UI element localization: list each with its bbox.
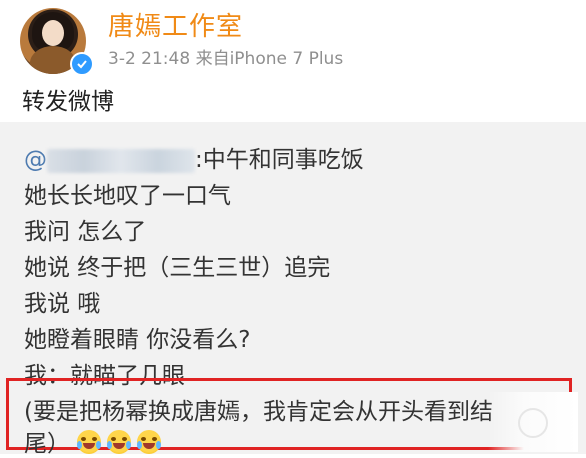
post-meta: 3-2 21:48 来自iPhone 7 Plus <box>108 44 343 69</box>
laugh-cry-emoji-icon <box>77 430 102 454</box>
username[interactable]: 唐嫣工作室 <box>108 6 243 43</box>
verified-badge-icon <box>70 52 94 76</box>
avatar-body <box>30 46 76 74</box>
laugh-cry-emoji-icon <box>107 430 132 454</box>
first-line-text: :中午和同事吃饭 <box>195 147 364 173</box>
post-date: 3-2 21:48 <box>108 49 191 69</box>
repost-text: 转发微博 <box>22 89 114 115</box>
post-source[interactable]: 来自iPhone 7 Plus <box>196 49 344 69</box>
mention-at[interactable]: @ <box>24 147 47 173</box>
scroll-indicator[interactable] <box>488 392 578 452</box>
quote-line: 她长长地叹了一口气 <box>24 183 231 209</box>
quote-line: 我说 哦 <box>24 291 101 317</box>
highlight-line-1: (要是把杨幂换成唐嫣，我肯定会从开头看到结 <box>24 399 493 425</box>
highlight-line-2: 尾） <box>24 424 167 458</box>
quote-first-line: @ :中午和同事吃饭 <box>24 140 364 174</box>
highlight-line-2-text: 尾） <box>24 431 70 457</box>
avatar-face <box>42 20 64 46</box>
post-header: 唐嫣工作室 3-2 21:48 来自iPhone 7 Plus 转发微博 <box>0 0 586 122</box>
quote-line: 她瞪着眼睛 你没看么? <box>24 327 251 353</box>
blurred-username <box>47 148 195 173</box>
laugh-cry-emoji-icon <box>137 430 162 454</box>
quote-line: 我问 怎么了 <box>24 219 147 245</box>
scroll-ring-icon <box>518 408 548 438</box>
quote-line: 她说 终于把（三生三世）追完 <box>24 255 331 281</box>
